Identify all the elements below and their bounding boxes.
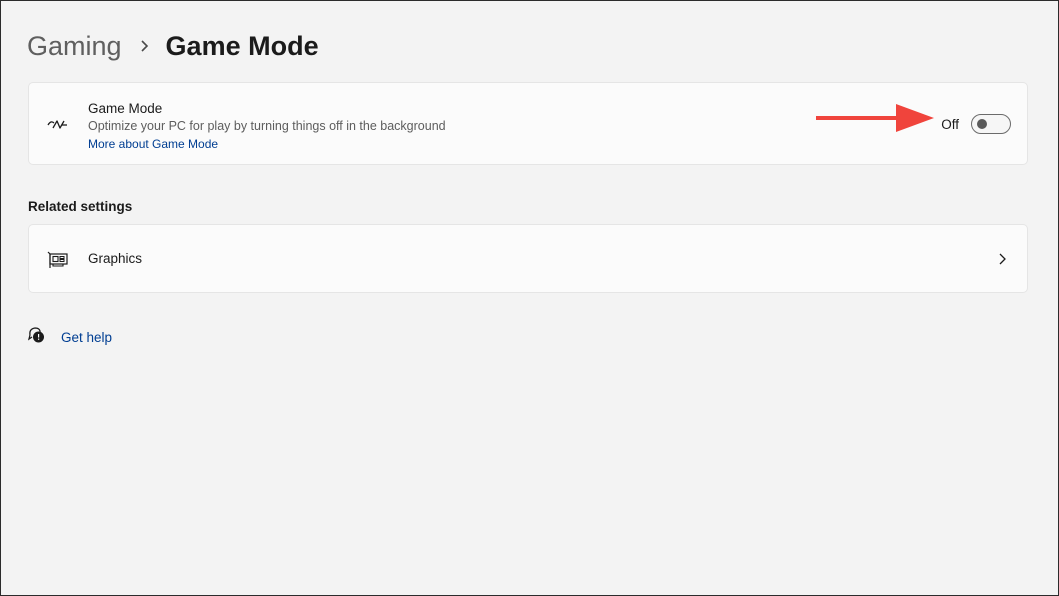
get-help-link[interactable]: Get help: [27, 326, 113, 348]
toggle-knob: [977, 119, 987, 129]
related-settings-heading: Related settings: [28, 199, 133, 214]
related-settings-item-graphics[interactable]: Graphics: [28, 224, 1028, 293]
get-help-label: Get help: [61, 329, 113, 345]
red-arrow-annotation: [816, 104, 934, 132]
breadcrumb-chevron-icon: [122, 39, 166, 53]
game-mode-toggle[interactable]: [971, 114, 1011, 134]
game-mode-text: Game Mode Optimize your PC for play by t…: [88, 100, 446, 153]
settings-window: Gaming Game Mode Game Mode Optimize your…: [0, 0, 1059, 596]
game-mode-icon: [46, 113, 70, 137]
page-title: Game Mode: [165, 30, 319, 61]
more-about-game-mode-link[interactable]: More about Game Mode: [88, 136, 218, 153]
graphics-card-icon: [46, 248, 70, 272]
help-icon: [27, 326, 45, 348]
game-mode-toggle-group: Off: [941, 114, 1011, 134]
game-mode-description: Optimize your PC for play by turning thi…: [88, 119, 446, 133]
breadcrumb: Gaming Game Mode: [27, 29, 319, 63]
chevron-right-icon: [999, 253, 1006, 265]
toggle-state-label: Off: [941, 116, 959, 132]
breadcrumb-parent-gaming[interactable]: Gaming: [27, 31, 122, 62]
game-mode-title: Game Mode: [88, 101, 163, 116]
graphics-label: Graphics: [88, 251, 143, 266]
